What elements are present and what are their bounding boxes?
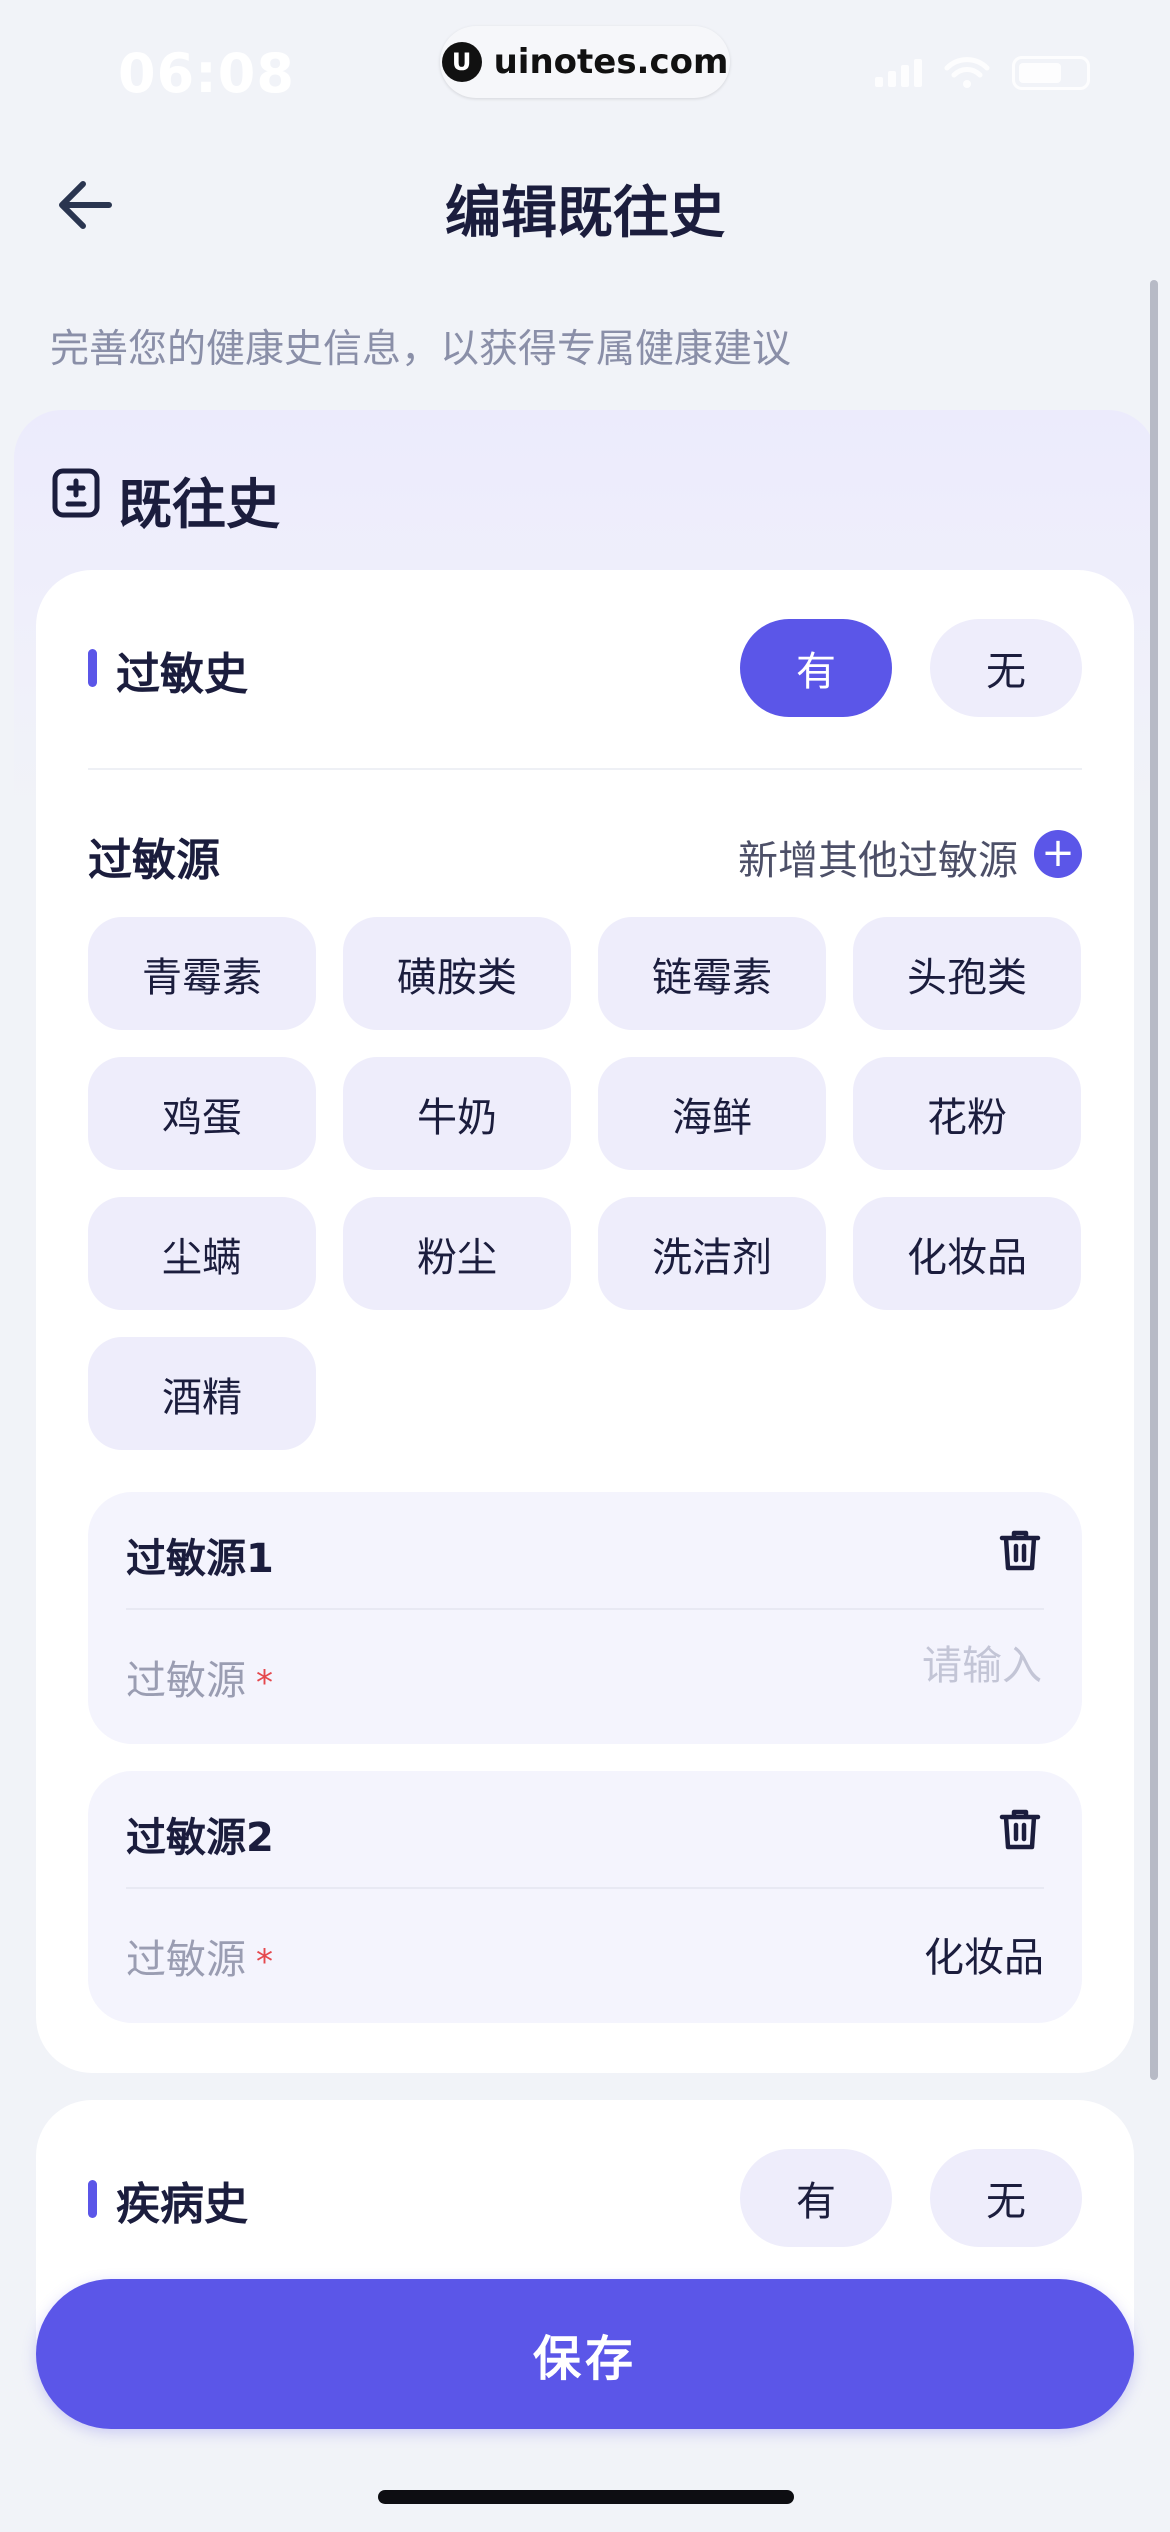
allergen-field-label: 过敏源 *: [126, 1648, 273, 1706]
allergen-value-2[interactable]: 化妆品: [644, 1925, 1044, 1983]
trash-icon[interactable]: [996, 1526, 1044, 1574]
allergen-sources-title: 过敏源: [88, 835, 220, 886]
status-time: 06:08: [118, 42, 295, 105]
allergen-entry-1: 过敏源1 过敏源 *: [88, 1492, 1082, 1744]
allergen-chip[interactable]: 海鲜: [598, 1057, 826, 1170]
disease-yes-toggle[interactable]: 有: [740, 2149, 892, 2247]
url-pill[interactable]: U uinotes.com: [440, 26, 730, 98]
page-title: 编辑既往史: [445, 181, 725, 246]
allergen-chip[interactable]: 粉尘: [343, 1197, 571, 1310]
status-indicators: [875, 56, 1090, 90]
scrollbar[interactable]: [1150, 280, 1158, 2080]
allergen-chip[interactable]: 磺胺类: [343, 917, 571, 1030]
allergen-chip[interactable]: 化妆品: [853, 1197, 1081, 1310]
add-allergen-link[interactable]: 新增其他过敏源: [738, 828, 1018, 886]
section-title: 既往史: [118, 473, 280, 536]
save-button[interactable]: 保存: [36, 2279, 1134, 2429]
allergen-input-1[interactable]: [640, 1642, 1044, 1690]
entry-divider: [126, 1887, 1044, 1889]
required-mark: *: [256, 1663, 273, 1703]
field-label-text: 过敏源: [126, 1658, 246, 1704]
allergen-entry-2: 过敏源2 过敏源 * 化妆品: [88, 1771, 1082, 2023]
required-mark: *: [256, 1942, 273, 1982]
entry-title: 过敏源1: [126, 1536, 274, 1582]
allergen-chip[interactable]: 头孢类: [853, 917, 1081, 1030]
allergen-chip[interactable]: 花粉: [853, 1057, 1081, 1170]
allergen-chip[interactable]: 牛奶: [343, 1057, 571, 1170]
disease-no-toggle[interactable]: 无: [930, 2149, 1082, 2247]
home-indicator[interactable]: [378, 2490, 794, 2504]
allergen-chip[interactable]: 尘螨: [88, 1197, 316, 1310]
page-subtitle: 完善您的健康史信息，以获得专属健康建议: [50, 327, 792, 372]
plus-icon: +: [1041, 830, 1075, 876]
allergy-no-toggle[interactable]: 无: [930, 619, 1082, 717]
title-bar-accent: [88, 2180, 97, 2218]
medical-record-icon: [52, 468, 100, 518]
allergen-chip[interactable]: 洗洁剂: [598, 1197, 826, 1310]
allergen-chip-grid: 青霉素 磺胺类 链霉素 头孢类 鸡蛋 牛奶 海鲜 花粉 尘螨 粉尘 洗洁剂 化妆…: [88, 917, 1082, 1450]
field-label-text: 过敏源: [126, 1937, 246, 1983]
allergen-chip[interactable]: 青霉素: [88, 917, 316, 1030]
entry-divider: [126, 1608, 1044, 1610]
battery-icon: [1012, 56, 1090, 90]
wifi-icon: [944, 57, 990, 88]
title-bar-accent: [88, 649, 97, 687]
divider: [88, 768, 1082, 770]
allergen-chip[interactable]: 酒精: [88, 1337, 316, 1450]
site-logo-icon: U: [441, 42, 482, 82]
allergen-chip[interactable]: 鸡蛋: [88, 1057, 316, 1170]
add-allergen-button[interactable]: +: [1034, 830, 1082, 878]
disease-title: 疾病史: [116, 2179, 248, 2230]
allergen-field-label: 过敏源 *: [126, 1927, 273, 1985]
allergen-chip[interactable]: 链霉素: [598, 917, 826, 1030]
allergy-yes-toggle[interactable]: 有: [740, 619, 892, 717]
url-text: uinotes.com: [493, 42, 729, 82]
allergy-title: 过敏史: [116, 649, 248, 700]
trash-icon[interactable]: [996, 1805, 1044, 1853]
signal-icon: [875, 59, 922, 87]
entry-title: 过敏源2: [126, 1815, 274, 1861]
